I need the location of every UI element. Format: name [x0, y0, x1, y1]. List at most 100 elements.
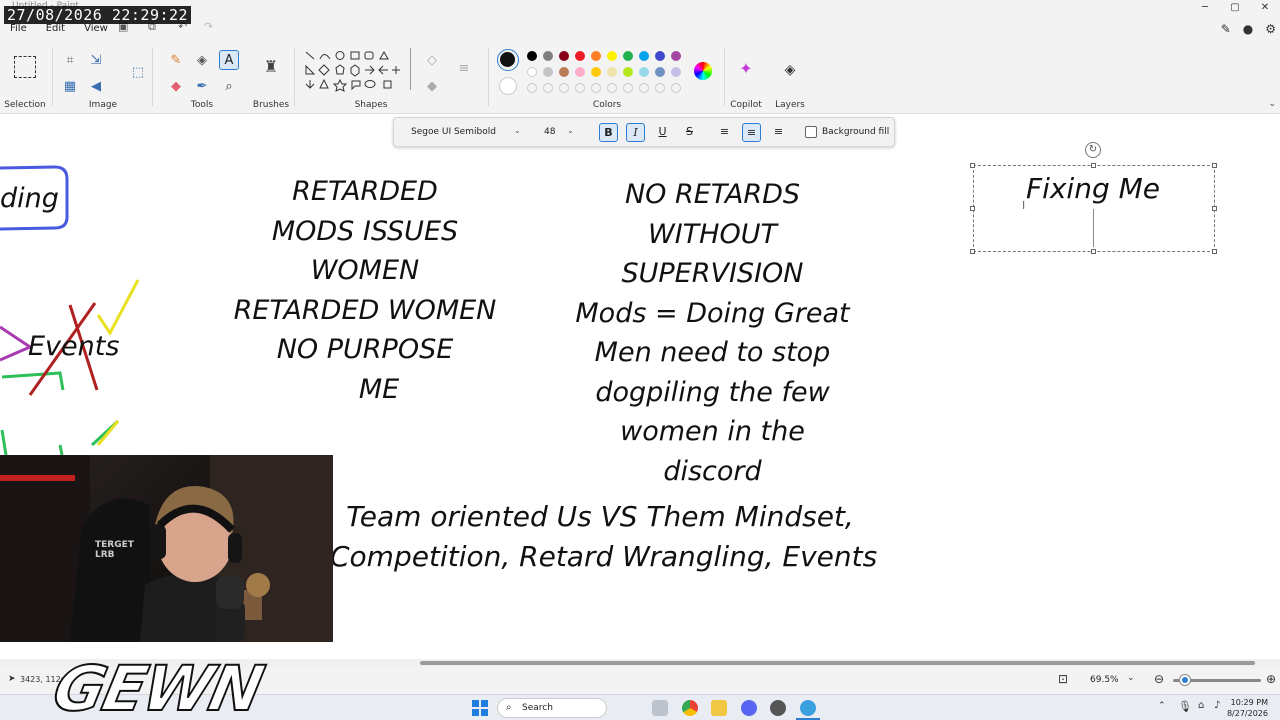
color-swatch[interactable] [671, 67, 681, 77]
custom-color-slot[interactable] [607, 83, 617, 93]
fill-shape-icon[interactable]: ◆ [422, 76, 442, 96]
zoom-out-icon[interactable]: ⊖ [1154, 672, 1164, 686]
color-swatch[interactable] [623, 67, 633, 77]
resize-handle[interactable] [1091, 163, 1096, 168]
copilot-icon[interactable]: ✦ [736, 58, 756, 78]
scrollbar-thumb[interactable] [420, 661, 1255, 665]
chevron-down-icon[interactable]: ⌄ [567, 126, 574, 135]
italic-button[interactable]: I [626, 123, 645, 142]
align-center-icon[interactable]: ≡ [742, 123, 761, 142]
fit-to-window-icon[interactable]: ⊡ [1058, 672, 1068, 686]
resize-handle[interactable] [970, 249, 975, 254]
custom-color-slot[interactable] [527, 83, 537, 93]
color-swatch[interactable] [655, 67, 665, 77]
custom-color-slot[interactable] [623, 83, 633, 93]
resize-handle[interactable] [970, 163, 975, 168]
task-view-icon[interactable] [652, 700, 668, 716]
paint-app-icon[interactable] [800, 700, 816, 716]
color-swatch[interactable] [639, 67, 649, 77]
resize-handle[interactable] [1212, 249, 1217, 254]
edit-colors-icon[interactable] [694, 62, 712, 80]
eraser-icon[interactable]: ◆ [166, 76, 186, 96]
outline-icon[interactable]: ◇ [422, 50, 442, 70]
volume-icon[interactable]: ♪ [1214, 700, 1220, 711]
resize-handle[interactable] [1212, 163, 1217, 168]
active-text[interactable]: Fixing Me [980, 172, 1206, 205]
custom-color-slot[interactable] [639, 83, 649, 93]
color-swatch[interactable] [543, 51, 553, 61]
zoom-level-select[interactable]: 69.5% [1090, 675, 1119, 685]
account-icon[interactable]: ● [1243, 22, 1253, 36]
image-creator-icon[interactable]: ⬚ [128, 62, 148, 82]
pencil-icon[interactable]: ✎ [166, 50, 186, 70]
color-swatch[interactable] [591, 67, 601, 77]
resize-handle[interactable] [970, 206, 975, 211]
color-swatch[interactable] [575, 51, 585, 61]
custom-color-slot[interactable] [671, 83, 681, 93]
size-icon[interactable]: ≡ [454, 58, 474, 78]
color-swatch[interactable] [671, 51, 681, 61]
color-swatch[interactable] [591, 51, 601, 61]
collapse-ribbon-icon[interactable]: ⌄ [1268, 99, 1276, 109]
menu-file[interactable]: File [10, 23, 27, 34]
chevron-down-icon[interactable]: ⌄ [1127, 673, 1135, 683]
taskbar-search[interactable]: ⌕ Search [497, 698, 607, 718]
color-swatch[interactable] [559, 67, 569, 77]
custom-color-slot[interactable] [543, 83, 553, 93]
color-swatch[interactable] [543, 67, 553, 77]
font-size-select[interactable]: 48 [544, 127, 555, 137]
align-right-icon[interactable]: ≡ [769, 123, 788, 142]
zoom-in-icon[interactable]: ⊕ [1266, 672, 1276, 686]
feedback-icon[interactable]: ✎ [1221, 22, 1231, 36]
resize-handle[interactable] [1212, 206, 1217, 211]
redo-icon[interactable]: ↷ [204, 20, 213, 33]
bg-remove-icon[interactable]: ▦ [60, 76, 80, 96]
network-icon[interactable]: ⌂ [1198, 700, 1204, 711]
discord-icon[interactable] [741, 700, 757, 716]
color-swatch[interactable] [575, 67, 585, 77]
chevron-down-icon[interactable]: ⌄ [514, 126, 521, 135]
font-family-select[interactable]: Segoe UI Semibold [411, 127, 496, 137]
maximize-button[interactable]: ▢ [1220, 0, 1250, 18]
shapes-scroll[interactable] [410, 48, 411, 90]
custom-color-slot[interactable] [591, 83, 601, 93]
color-swatch[interactable] [655, 51, 665, 61]
primary-color-well[interactable] [497, 49, 519, 71]
brush-icon[interactable]: ♜ [261, 56, 281, 76]
rotate-handle-icon[interactable]: ↻ [1085, 142, 1101, 158]
selection-icon[interactable] [14, 56, 36, 78]
minimize-button[interactable]: ─ [1190, 0, 1220, 18]
layers-icon[interactable]: ◈ [780, 60, 800, 80]
custom-color-slot[interactable] [559, 83, 569, 93]
start-button[interactable] [472, 700, 488, 716]
underline-button[interactable]: U [653, 123, 672, 142]
close-button[interactable]: ✕ [1250, 0, 1280, 18]
crop-icon[interactable]: ⌗ [60, 50, 80, 70]
color-picker-icon[interactable]: ✒ [192, 76, 212, 96]
color-swatch[interactable] [639, 51, 649, 61]
secondary-color-swatch[interactable] [499, 77, 517, 95]
color-swatch[interactable] [559, 51, 569, 61]
magnifier-icon[interactable]: ⌕ [219, 76, 239, 96]
color-swatch[interactable] [527, 51, 537, 61]
microphone-icon[interactable]: 🎙 [1178, 700, 1192, 713]
tray-chevron-icon[interactable]: ⌃ [1158, 701, 1166, 711]
resize-handle[interactable] [1091, 249, 1096, 254]
color-swatch[interactable] [623, 51, 633, 61]
resize-icon[interactable]: ⇲ [86, 50, 106, 70]
align-left-icon[interactable]: ≡ [715, 123, 734, 142]
chrome-icon[interactable] [682, 700, 698, 716]
color-swatch[interactable] [607, 67, 617, 77]
settings-icon[interactable]: ⚙ [1265, 22, 1276, 36]
app-icon[interactable] [770, 700, 786, 716]
menu-view[interactable]: View [84, 23, 108, 34]
menu-edit[interactable]: Edit [46, 23, 65, 34]
zoom-slider-thumb[interactable] [1180, 675, 1190, 685]
color-swatch[interactable] [607, 51, 617, 61]
custom-color-slot[interactable] [575, 83, 585, 93]
color-swatch[interactable] [527, 67, 537, 77]
clock[interactable]: 10:29 PM 8/27/2026 [1227, 697, 1268, 719]
custom-color-slot[interactable] [655, 83, 665, 93]
shapes-gallery-icon[interactable] [304, 50, 410, 94]
text-tool-icon[interactable]: A [219, 50, 239, 70]
